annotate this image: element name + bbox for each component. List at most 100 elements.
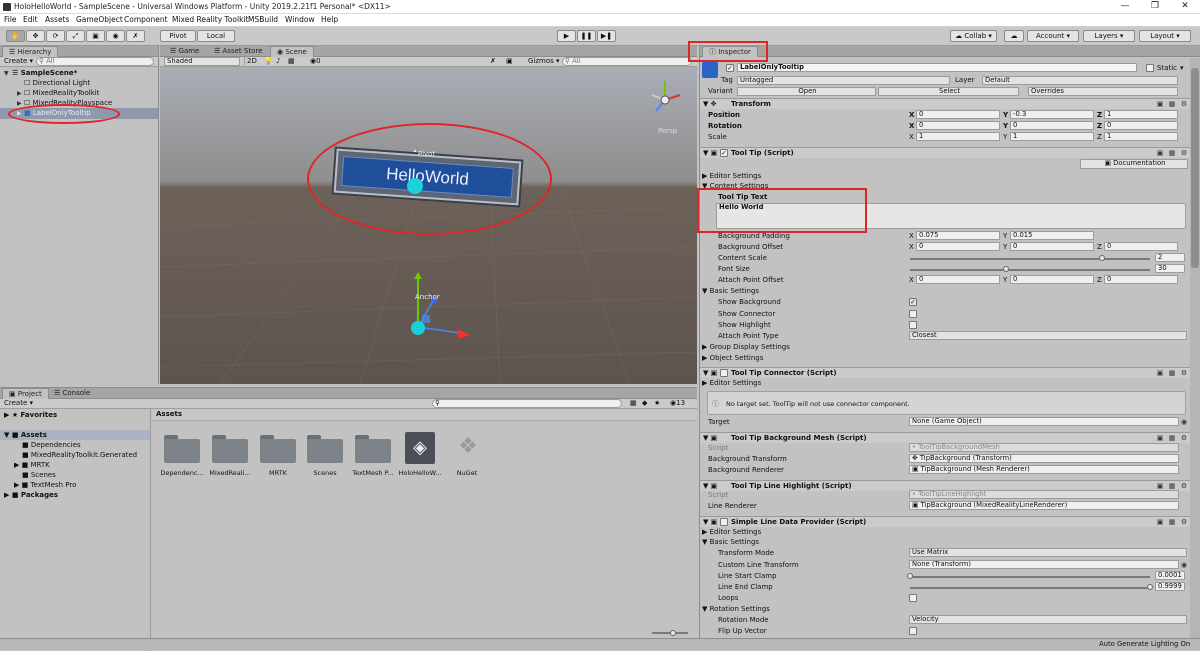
editor-settings-foldout[interactable]: ▶ Editor Settings	[702, 172, 761, 180]
menu-window[interactable]: Window	[285, 15, 315, 24]
group-display-foldout[interactable]: ▶ Group Display Settings	[702, 343, 790, 351]
show-background-checkbox[interactable]: ✓	[909, 298, 917, 306]
object-picker-icon[interactable]: ◉	[1180, 561, 1188, 569]
help-icon[interactable]: ▣	[1156, 369, 1164, 377]
menu-msbuild[interactable]: MSBuild	[248, 15, 278, 24]
hierarchy-create-dropdown[interactable]: Create ▾	[4, 57, 33, 65]
preset-icon[interactable]: ▦	[1168, 100, 1176, 108]
menu-gameobject[interactable]: GameObject	[76, 15, 123, 24]
font-size-field[interactable]: 30	[1155, 264, 1185, 273]
local-toggle[interactable]: Local	[197, 30, 235, 42]
help-icon[interactable]: ▣	[1156, 100, 1164, 108]
tree-packages[interactable]: ▶ ■ Packages	[4, 491, 58, 499]
bg-offset-x-field[interactable]: 0	[916, 242, 1000, 251]
component-enabled-checkbox[interactable]	[720, 369, 728, 377]
hidden-count[interactable]: ◉0	[310, 57, 321, 65]
attach-offset-x-field[interactable]: 0	[916, 275, 1000, 284]
transform-mode-dropdown[interactable]: Use Matrix	[909, 548, 1187, 557]
static-dropdown[interactable]: ▾	[1180, 64, 1184, 72]
rect-tool-icon[interactable]: ▣	[86, 30, 105, 42]
move-tool-icon[interactable]: ✥	[26, 30, 45, 42]
open-button[interactable]: Open	[737, 87, 876, 96]
lighting-icon[interactable]: 💡	[264, 57, 273, 65]
position-z-field[interactable]: 1	[1104, 110, 1178, 119]
play-button[interactable]: ▶	[557, 30, 576, 42]
tooltip-script-header[interactable]: ▼ ▣ ✓ Tool Tip (Script) ▣ ▦ ⚙	[700, 147, 1190, 158]
shading-dropdown[interactable]: Shaded	[164, 57, 240, 66]
tools-icon[interactable]: ✗	[490, 57, 496, 65]
scale-z-field[interactable]: 1	[1104, 132, 1178, 141]
layer-dropdown[interactable]: Default	[982, 76, 1178, 85]
transform-tool-icon[interactable]: ◉	[106, 30, 125, 42]
tree-mrtk[interactable]: ▶ ■ MRTK	[14, 461, 50, 469]
rotation-settings-foldout[interactable]: ▼ Rotation Settings	[702, 605, 770, 613]
account-dropdown[interactable]: Account ▾	[1027, 30, 1079, 42]
menu-edit[interactable]: Edit	[23, 15, 38, 24]
hidden-packages-count[interactable]: ◉13	[670, 399, 685, 407]
connector-header[interactable]: ▼ ▣ Tool Tip Connector (Script) ▣ ▦ ⚙	[700, 367, 1190, 378]
cloud-icon[interactable]: ☁	[1004, 30, 1024, 42]
gear-icon[interactable]: ⚙	[1180, 100, 1188, 108]
overrides-dropdown[interactable]: Overrides	[1028, 87, 1178, 96]
bg-offset-y-field[interactable]: 0	[1010, 242, 1094, 251]
inspector-scrollbar[interactable]	[1190, 58, 1200, 638]
rotate-tool-icon[interactable]: ⟳	[46, 30, 65, 42]
rotation-mode-dropdown[interactable]: Velocity	[909, 615, 1187, 624]
tree-textmesh-pro[interactable]: ▶ ■ TextMesh Pro	[14, 481, 76, 489]
tab-game[interactable]: ☰ Game	[164, 46, 205, 57]
gear-icon[interactable]: ⚙	[1180, 518, 1188, 526]
active-checkbox[interactable]: ✓	[726, 64, 734, 72]
minimize-icon[interactable]: —	[1110, 0, 1140, 14]
menu-assets[interactable]: Assets	[45, 15, 69, 24]
font-size-slider-knob[interactable]	[1003, 266, 1009, 272]
component-enabled-checkbox[interactable]: ✓	[720, 149, 728, 157]
content-scale-slider-knob[interactable]	[1099, 255, 1105, 261]
camera-icon[interactable]: ▣	[506, 57, 513, 65]
position-x-field[interactable]: 0	[916, 110, 1000, 119]
line-renderer-field[interactable]: ▣ TipBackground (MixedRealityLineRendere…	[909, 501, 1179, 510]
documentation-button[interactable]: ▣ Documentation	[1080, 159, 1188, 169]
layout-dropdown[interactable]: Layout ▾	[1139, 30, 1191, 42]
preset-icon[interactable]: ▦	[1168, 518, 1176, 526]
transform-header[interactable]: ▼ ✥ Transform ▣ ▦ ⚙	[700, 98, 1190, 109]
close-icon[interactable]: ✕	[1170, 0, 1200, 14]
bg-mesh-header[interactable]: ▼ ▣ Tool Tip Background Mesh (Script) ▣ …	[700, 432, 1190, 443]
line-end-clamp-field[interactable]: 0.9999	[1155, 582, 1185, 591]
hierarchy-scene[interactable]: ☰ SampleScene*	[12, 69, 77, 77]
audio-icon[interactable]: ♪	[276, 57, 280, 65]
rotation-y-field[interactable]: 0	[1010, 121, 1094, 130]
maximize-icon[interactable]: ❐	[1140, 0, 1170, 14]
scrollbar-thumb[interactable]	[1191, 68, 1199, 268]
rotation-z-field[interactable]: 0	[1104, 121, 1178, 130]
bg-padding-x-field[interactable]: 0.075	[916, 231, 1000, 240]
tree-dependencies[interactable]: ■ Dependencies	[22, 441, 81, 449]
unity-scene-icon[interactable]: ◈	[405, 432, 435, 464]
folder-icon[interactable]	[260, 435, 296, 463]
lp-editor-settings-foldout[interactable]: ▶ Editor Settings	[702, 528, 761, 536]
help-icon[interactable]: ▣	[1156, 149, 1164, 157]
filter-label-icon[interactable]: ◆	[642, 399, 647, 407]
bg-transform-field[interactable]: ✥ TipBackground (Transform)	[909, 454, 1179, 463]
position-y-field[interactable]: -0.3	[1010, 110, 1094, 119]
assets-breadcrumb[interactable]: Assets	[156, 410, 182, 418]
attach-type-dropdown[interactable]: Closest	[909, 331, 1187, 340]
line-provider-header[interactable]: ▼ ▣ Simple Line Data Provider (Script) ▣…	[700, 516, 1190, 527]
scene-search-input[interactable]: ⚲ All	[562, 57, 692, 66]
show-highlight-checkbox[interactable]	[909, 321, 917, 329]
line-start-clamp-field[interactable]: 0.0001	[1155, 571, 1185, 580]
static-checkbox[interactable]	[1146, 64, 1154, 72]
flip-up-vector-checkbox[interactable]	[909, 627, 917, 635]
menu-file[interactable]: File	[4, 15, 17, 24]
expand-arrow[interactable]: ▶	[17, 100, 22, 107]
nuget-package-icon[interactable]: ❖	[455, 432, 481, 462]
show-connector-checkbox[interactable]	[909, 310, 917, 318]
custom-line-transform-field[interactable]: None (Transform)	[909, 560, 1179, 569]
tag-dropdown[interactable]: Untagged	[737, 76, 950, 85]
tab-asset-store[interactable]: ☰ Asset Store	[208, 46, 268, 57]
attach-offset-z-field[interactable]: 0	[1104, 275, 1178, 284]
tree-assets[interactable]: ▼ ■ Assets	[4, 431, 47, 439]
hand-tool-icon[interactable]: ✋	[6, 30, 25, 42]
hierarchy-item-mrtk[interactable]: ☐ MixedRealityToolkit	[24, 89, 99, 97]
project-create-dropdown[interactable]: Create ▾	[4, 399, 33, 407]
folder-icon[interactable]	[307, 435, 343, 463]
